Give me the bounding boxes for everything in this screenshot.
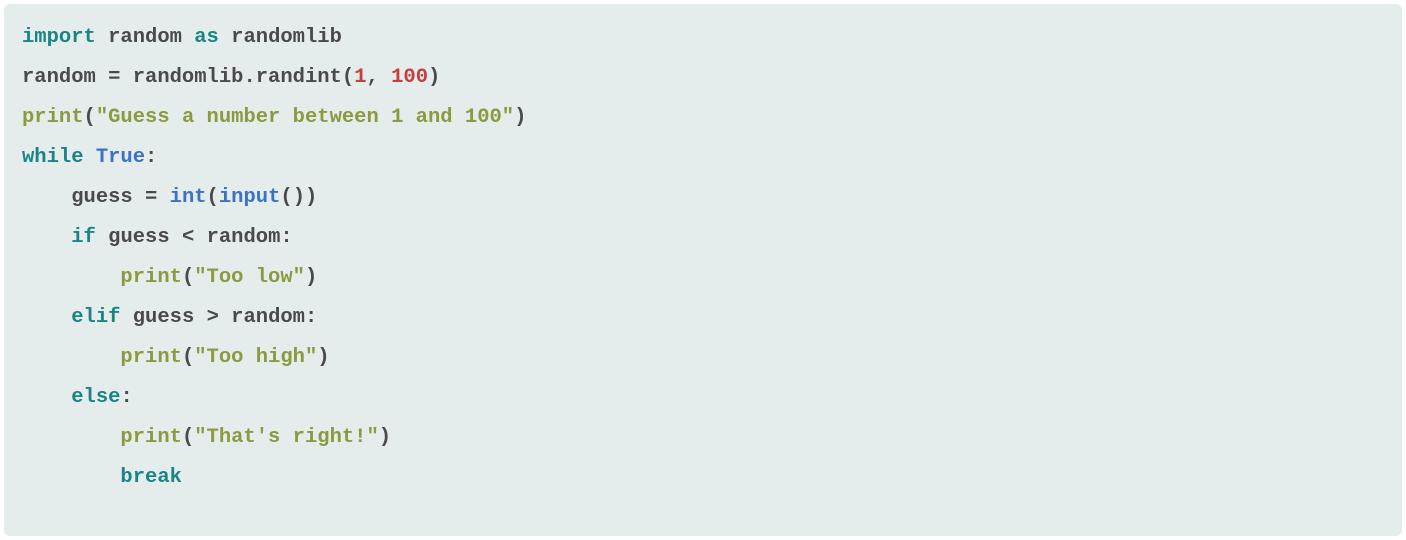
var-random: random — [22, 66, 96, 89]
var-random: random — [207, 226, 281, 249]
func-print: print — [120, 426, 182, 449]
indent — [22, 186, 71, 209]
keyword-import: import — [22, 26, 96, 49]
indent — [22, 346, 120, 369]
rparen: ) — [514, 106, 526, 129]
op-assign: = — [133, 186, 170, 209]
string-too-low: "Too low" — [194, 266, 305, 289]
code-line-11: print("That's right!") — [22, 418, 1384, 458]
rparen: ) — [305, 266, 317, 289]
var-guess: guess — [71, 186, 133, 209]
code-line-1: import random as randomlib — [22, 18, 1384, 58]
builtin-input: input — [219, 186, 281, 209]
colon: : — [305, 306, 317, 329]
lparen: ( — [207, 186, 219, 209]
rparen: ) — [428, 66, 440, 89]
keyword-while: while — [22, 146, 84, 169]
func-print: print — [120, 266, 182, 289]
keyword-if: if — [71, 226, 96, 249]
rparen: ) — [379, 426, 391, 449]
string-too-high: "Too high" — [194, 346, 317, 369]
code-block: import random as randomlib random = rand… — [4, 4, 1402, 536]
func-randint: randint — [256, 66, 342, 89]
keyword-else: else — [71, 386, 120, 409]
rparen: ) — [305, 186, 317, 209]
keyword-as: as — [194, 26, 219, 49]
num-1: 1 — [354, 66, 366, 89]
indent — [22, 266, 120, 289]
colon: : — [120, 386, 132, 409]
var-random: random — [231, 306, 305, 329]
space — [96, 226, 108, 249]
string-guess-prompt: "Guess a number between 1 and 100" — [96, 106, 514, 129]
string-thats-right: "That's right!" — [194, 426, 379, 449]
lparen: ( — [342, 66, 354, 89]
num-100: 100 — [391, 66, 428, 89]
lparen: ( — [84, 106, 96, 129]
op-lt: < — [170, 226, 207, 249]
indent — [22, 306, 71, 329]
code-line-3: print("Guess a number between 1 and 100"… — [22, 98, 1384, 138]
alias-randomlib: randomlib — [231, 26, 342, 49]
code-line-10: else: — [22, 378, 1384, 418]
indent — [22, 386, 71, 409]
dot: . — [243, 66, 255, 89]
colon: : — [280, 226, 292, 249]
code-line-9: print("Too high") — [22, 338, 1384, 378]
op-gt: > — [194, 306, 231, 329]
op-assign: = — [96, 66, 133, 89]
indent — [22, 226, 71, 249]
space — [120, 306, 132, 329]
func-print: print — [22, 106, 84, 129]
lparen: ( — [182, 346, 194, 369]
const-true: True — [96, 146, 145, 169]
code-line-7: print("Too low") — [22, 258, 1384, 298]
lparen: ( — [280, 186, 292, 209]
code-line-6: if guess < random: — [22, 218, 1384, 258]
code-line-2: random = randomlib.randint(1, 100) — [22, 58, 1384, 98]
name-randomlib: randomlib — [133, 66, 244, 89]
module-random: random — [108, 26, 182, 49]
builtin-int: int — [170, 186, 207, 209]
lparen: ( — [182, 266, 194, 289]
keyword-elif: elif — [71, 306, 120, 329]
func-print: print — [120, 346, 182, 369]
var-guess: guess — [133, 306, 195, 329]
var-guess: guess — [108, 226, 170, 249]
keyword-break: break — [120, 466, 182, 489]
space — [84, 146, 96, 169]
rparen: ) — [293, 186, 305, 209]
code-line-8: elif guess > random: — [22, 298, 1384, 338]
code-line-5: guess = int(input()) — [22, 178, 1384, 218]
indent — [22, 426, 120, 449]
comma: , — [367, 66, 392, 89]
rparen: ) — [317, 346, 329, 369]
code-line-4: while True: — [22, 138, 1384, 178]
code-line-12: break — [22, 458, 1384, 498]
colon: : — [145, 146, 157, 169]
lparen: ( — [182, 426, 194, 449]
indent — [22, 466, 120, 489]
